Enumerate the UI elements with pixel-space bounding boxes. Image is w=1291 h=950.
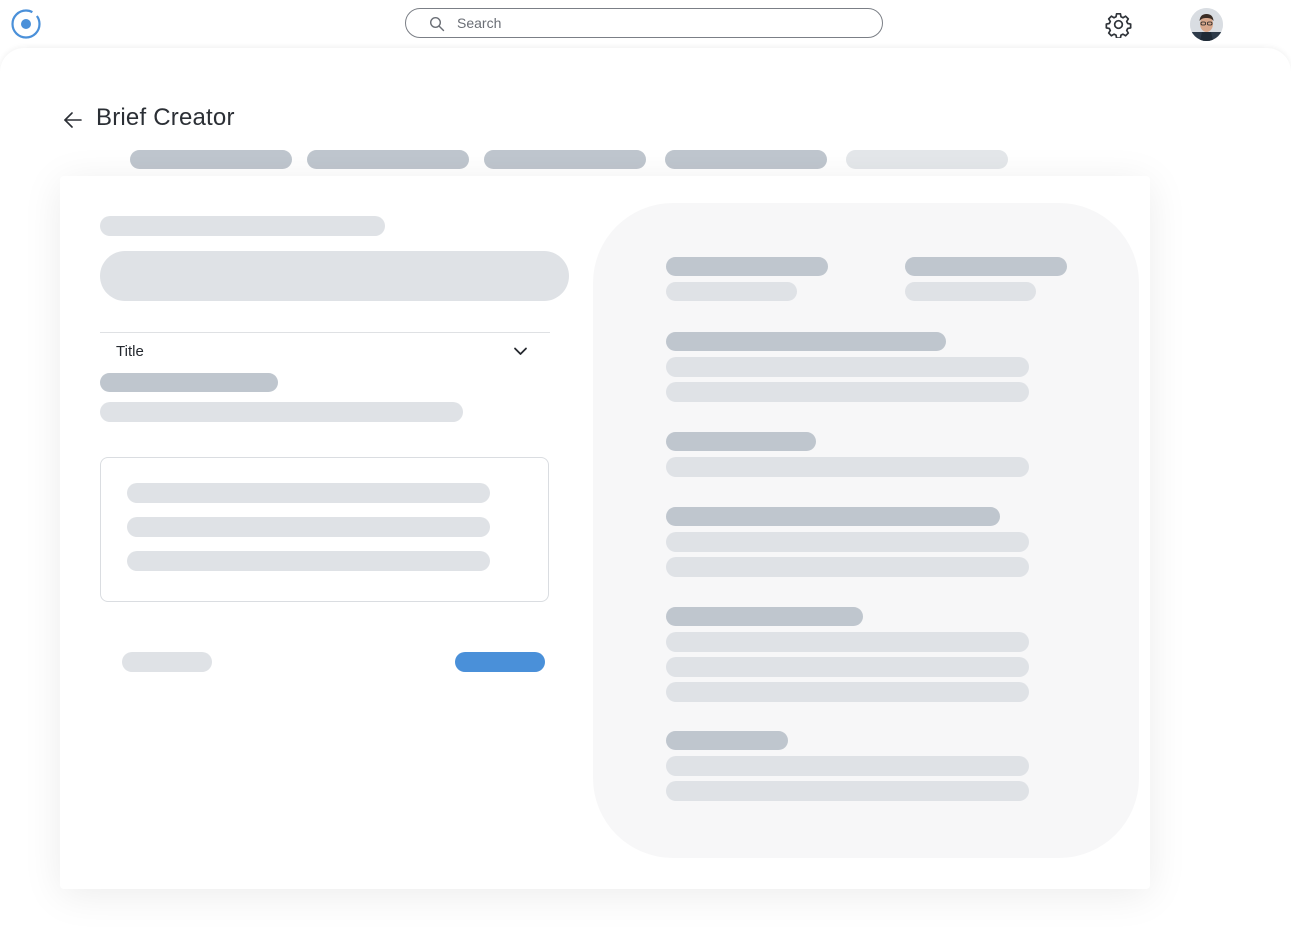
preview-line — [666, 781, 1029, 801]
preview-line — [666, 457, 1029, 477]
chevron-down-icon[interactable] — [512, 343, 529, 360]
preview-line — [666, 357, 1029, 377]
text-input-skeleton[interactable] — [100, 251, 569, 301]
preview-section-heading — [666, 332, 946, 351]
step-tab-4[interactable] — [665, 150, 827, 169]
gear-icon[interactable] — [1105, 11, 1132, 38]
preview-line — [666, 557, 1029, 577]
title-text-skeleton — [100, 402, 463, 422]
preview-line — [666, 657, 1029, 677]
secondary-button-skeleton[interactable] — [122, 652, 212, 672]
title-heading-skeleton — [100, 373, 278, 392]
search-icon — [429, 16, 445, 32]
step-tab-2[interactable] — [307, 150, 469, 169]
preview-meta-value — [666, 282, 797, 301]
preview-line — [666, 682, 1029, 702]
preview-line — [666, 532, 1029, 552]
preview-section-heading — [666, 731, 788, 750]
step-tab-1[interactable] — [130, 150, 292, 169]
ring-dot-logo-icon[interactable] — [10, 8, 42, 40]
preview-meta-heading — [905, 257, 1067, 276]
user-avatar[interactable] — [1190, 8, 1223, 41]
preview-line — [666, 756, 1029, 776]
field-label-skeleton — [100, 216, 385, 236]
top-bar — [0, 0, 1291, 48]
search-bar[interactable] — [405, 8, 883, 38]
avatar-image — [1190, 8, 1223, 41]
content-line-skeleton — [127, 551, 490, 571]
preview-line — [666, 632, 1029, 652]
preview-section-heading — [666, 432, 816, 451]
preview-section-heading — [666, 607, 863, 626]
primary-button-skeleton[interactable] — [455, 652, 545, 672]
content-line-skeleton — [127, 517, 490, 537]
preview-meta-heading — [666, 257, 828, 276]
section-divider — [100, 332, 550, 333]
title-section-label[interactable]: Title — [116, 343, 144, 360]
content-line-skeleton — [127, 483, 490, 503]
arrow-left-icon[interactable] — [62, 109, 84, 131]
preview-meta-value — [905, 282, 1036, 301]
page-title: Brief Creator — [96, 104, 235, 131]
preview-line — [666, 382, 1029, 402]
preview-section-heading — [666, 507, 1000, 526]
step-tab-3[interactable] — [484, 150, 646, 169]
search-input[interactable] — [457, 13, 857, 33]
step-tab-5[interactable] — [846, 150, 1008, 169]
